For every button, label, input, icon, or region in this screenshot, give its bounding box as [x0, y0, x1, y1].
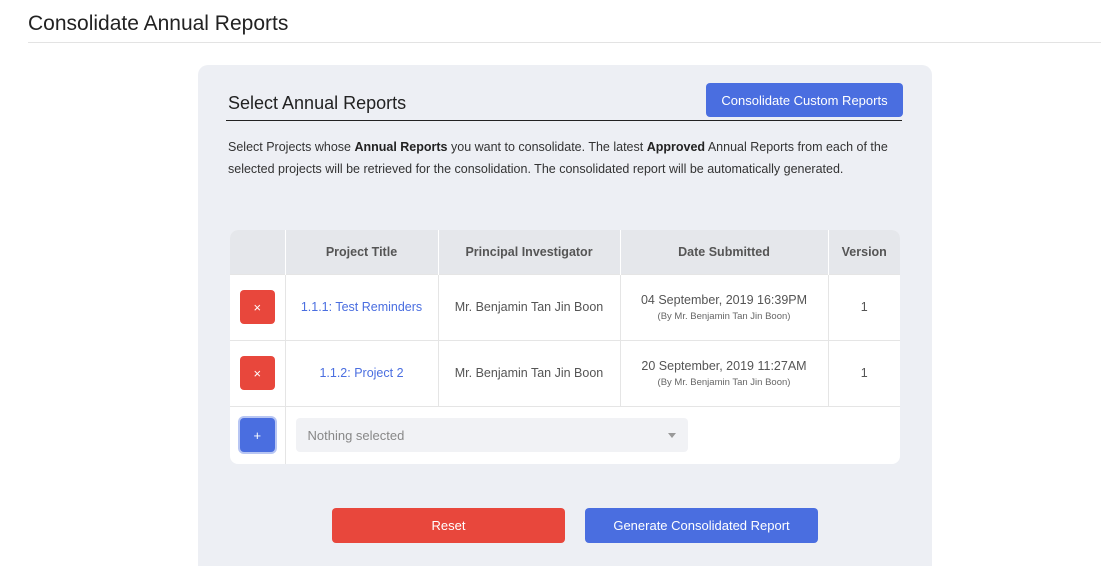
add-project-row: + Nothing selected — [230, 405, 900, 464]
version: 1 — [827, 273, 900, 340]
desc-part: Select Projects whose — [228, 140, 355, 154]
desc-part: you want to consolidate. The latest — [447, 140, 647, 154]
table-row: × 1.1.1: Test Reminders Mr. Benjamin Tan… — [230, 273, 900, 340]
remove-project-button[interactable]: × — [239, 290, 275, 324]
instructions-text: Select Projects whose Annual Reports you… — [228, 136, 898, 180]
select-reports-card: Select Annual Reports Consolidate Custom… — [198, 65, 932, 566]
generate-consolidated-report-button[interactable]: Generate Consolidated Report — [585, 508, 818, 543]
header-divider — [28, 42, 1101, 43]
header-action — [230, 230, 285, 274]
card-title: Select Annual Reports — [228, 93, 407, 113]
project-title-link[interactable]: 1.1.1: Test Reminders — [301, 300, 422, 314]
project-title-link[interactable]: 1.1.2: Project 2 — [319, 366, 403, 380]
header-principal-investigator: Principal Investigator — [437, 230, 620, 274]
project-select-dropdown[interactable]: Nothing selected — [295, 418, 688, 453]
projects-table: Project Title Principal Investigator Dat… — [230, 230, 900, 464]
principal-investigator: Mr. Benjamin Tan Jin Boon — [437, 339, 620, 406]
version: 1 — [827, 339, 900, 406]
remove-project-button[interactable]: × — [239, 356, 275, 390]
date-submitted: 04 September, 2019 16:39PM — [640, 292, 808, 307]
submitted-by: (By Mr. Benjamin Tan Jin Boon) — [657, 310, 791, 322]
select-placeholder: Nothing selected — [307, 427, 405, 443]
principal-investigator: Mr. Benjamin Tan Jin Boon — [437, 273, 620, 340]
header-version: Version — [827, 230, 900, 274]
date-submitted-cell: 04 September, 2019 16:39PM (By Mr. Benja… — [619, 273, 828, 340]
date-submitted-cell: 20 September, 2019 11:27AM (By Mr. Benja… — [619, 339, 828, 406]
submitted-by: (By Mr. Benjamin Tan Jin Boon) — [657, 376, 791, 388]
reset-button[interactable]: Reset — [332, 508, 565, 543]
title-divider — [226, 120, 902, 121]
consolidate-custom-reports-button[interactable]: Consolidate Custom Reports — [706, 83, 903, 117]
table-header-row: Project Title Principal Investigator Dat… — [230, 230, 900, 274]
chevron-down-icon — [667, 432, 676, 438]
date-submitted: 20 September, 2019 11:27AM — [641, 358, 807, 373]
desc-bold: Approved — [646, 140, 706, 154]
header-date-submitted: Date Submitted — [619, 230, 828, 274]
header-project-title: Project Title — [284, 230, 438, 274]
add-project-button[interactable]: + — [239, 418, 275, 453]
page-title: Consolidate Annual Reports — [28, 12, 289, 35]
table-row: × 1.1.2: Project 2 Mr. Benjamin Tan Jin … — [230, 339, 900, 406]
desc-bold: Annual Reports — [354, 140, 448, 154]
